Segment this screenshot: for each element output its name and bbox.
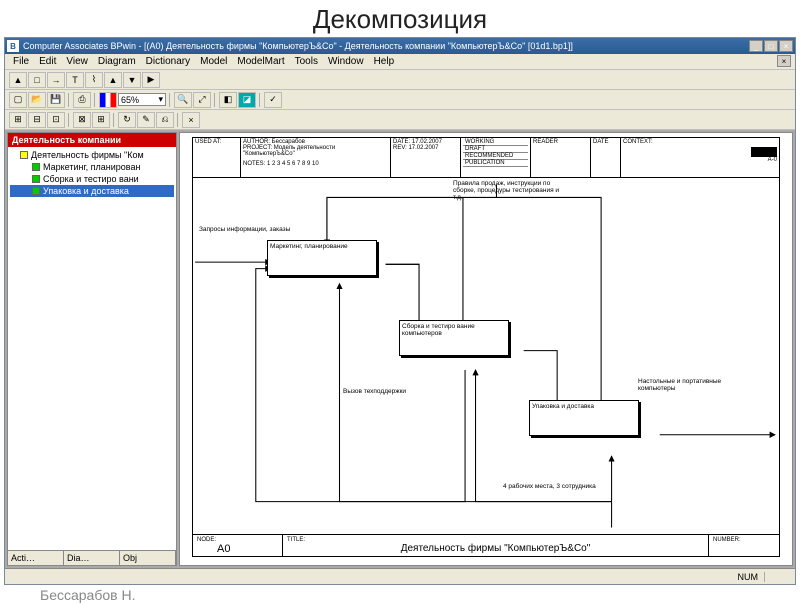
menu-tools[interactable]: Tools: [291, 55, 322, 68]
model-explorer-icon[interactable]: ◧: [219, 92, 237, 108]
slide-title: Декомпозиция: [0, 0, 800, 37]
arrow-label-right: Настольные и портативные компьютеры: [638, 378, 748, 392]
zoom-in-icon[interactable]: 🔍: [174, 92, 192, 108]
menu-model[interactable]: Model: [196, 55, 231, 68]
toolbar-1: ▲ □ → T ⌇ ▲ ▼ ▶: [5, 70, 795, 90]
arrow-label-mech: 4 рабочих места, 3 сотрудника: [503, 483, 596, 490]
idef0-frame: USED AT: AUTHOR: Бессарабов PROJECT: Мод…: [192, 137, 780, 557]
arrow-label-support: Вызов техподдержки: [343, 388, 406, 395]
new-icon[interactable]: ▢: [9, 92, 27, 108]
text-tool-icon[interactable]: T: [66, 72, 84, 88]
status-num: NUM: [732, 572, 766, 582]
frame-footer: NODE: A0 TITLE: Деятельность фирмы "Комп…: [193, 534, 779, 556]
menu-diagram[interactable]: Diagram: [94, 55, 140, 68]
tab-activities[interactable]: Acti…: [8, 551, 64, 565]
titlebar: B Computer Associates BPwin - [(A0) Деят…: [5, 38, 795, 54]
node-cell: NODE: A0: [193, 535, 283, 556]
pointer-tool-icon[interactable]: ▲: [9, 72, 27, 88]
toolbar-2: ▢ 📂 💾 ⎙ 65%▾ 🔍 ⤢ ◧ ◪ ✓: [5, 90, 795, 110]
reports-icon[interactable]: [99, 92, 117, 108]
mm-connect-icon[interactable]: ⊞: [9, 112, 27, 128]
drawing-area[interactable]: Правила продаж, инструкции по сборке, пр…: [193, 178, 779, 534]
go-sibling-icon[interactable]: ▶: [142, 72, 160, 88]
spell-icon[interactable]: ✓: [264, 92, 282, 108]
reader-cell: READER: [531, 138, 591, 177]
save-icon[interactable]: 💾: [47, 92, 65, 108]
menu-dictionary[interactable]: Dictionary: [142, 55, 194, 68]
title-cell: TITLE: Деятельность фирмы "КомпьютерЪ&Co…: [283, 535, 709, 556]
activity-icon: [32, 163, 40, 171]
mm-close-icon[interactable]: ×: [182, 112, 200, 128]
activity-icon: [32, 187, 40, 195]
activity-tree[interactable]: Деятельность фирмы "Ком Маркетинг, плани…: [8, 147, 176, 550]
window-title: Computer Associates BPwin - [(A0) Деятел…: [23, 41, 749, 51]
slide-caption: Бессарабов Н.: [0, 585, 800, 605]
activity-box-3[interactable]: Упаковка и доставка: [529, 400, 639, 436]
menu-help[interactable]: Help: [370, 55, 399, 68]
activity-box-1[interactable]: Маркетинг, планирование: [267, 240, 377, 276]
author-cell: AUTHOR: Бессарабов PROJECT: Модель деяте…: [241, 138, 391, 177]
diagram-icon: [20, 151, 28, 159]
arrow-label-left: Запросы информации, заказы: [199, 226, 290, 233]
menu-modelmart[interactable]: ModelMart: [233, 55, 288, 68]
maximize-button[interactable]: □: [764, 40, 778, 52]
mdi-close-button[interactable]: ×: [777, 55, 791, 67]
mm-review-icon[interactable]: ✎: [137, 112, 155, 128]
zoom-combo[interactable]: 65%▾: [118, 93, 166, 106]
menu-edit[interactable]: Edit: [35, 55, 60, 68]
tree-root[interactable]: Деятельность фирмы "Ком: [10, 149, 174, 161]
menubar: File Edit View Diagram Dictionary Model …: [5, 54, 795, 70]
status-cell: WORKINGDRAFTRECOMMENDEDPUBLICATION: [461, 138, 531, 177]
date-cell: DATE: 17.02.2007 REV: 17.02.2007: [391, 138, 461, 177]
explorer-title: Деятельность компании: [8, 133, 176, 147]
open-icon[interactable]: 📂: [28, 92, 46, 108]
mm-open-icon[interactable]: ⊟: [28, 112, 46, 128]
close-button[interactable]: ×: [779, 40, 793, 52]
tab-objects[interactable]: Obj: [120, 551, 176, 565]
used-at-cell: USED AT:: [193, 138, 241, 177]
minimize-button[interactable]: _: [749, 40, 763, 52]
model-explorer: Деятельность компании Деятельность фирмы…: [7, 132, 177, 566]
mm-save-icon[interactable]: ⊡: [47, 112, 65, 128]
menu-window[interactable]: Window: [324, 55, 368, 68]
go-child-icon[interactable]: ▼: [123, 72, 141, 88]
mm-lock-icon[interactable]: ⊠: [73, 112, 91, 128]
tab-diagrams[interactable]: Dia…: [64, 551, 120, 565]
number-cell: NUMBER:: [709, 535, 779, 556]
statusbar: NUM: [5, 568, 795, 584]
context-cell: CONTEXT: A-0: [621, 138, 779, 177]
toolbar-3: ⊞ ⊟ ⊡ ⊠ ⊞ ↻ ✎ ⎌ ×: [5, 110, 795, 130]
diagram-canvas[interactable]: USED AT: AUTHOR: Бессарабов PROJECT: Мод…: [179, 132, 793, 566]
menu-view[interactable]: View: [62, 55, 92, 68]
zoom-fit-icon[interactable]: ⤢: [193, 92, 211, 108]
date2-cell: DATE: [591, 138, 621, 177]
activity-box-2[interactable]: Сборка и тестиро вание компьютеров: [399, 320, 509, 356]
activity-tool-icon[interactable]: □: [28, 72, 46, 88]
arrow-label-top: Правила продаж, инструкции по сборке, пр…: [453, 180, 563, 201]
squiggle-tool-icon[interactable]: ⌇: [85, 72, 103, 88]
activity-icon: [32, 175, 40, 183]
app-icon: B: [7, 40, 19, 52]
tree-item-selected[interactable]: Упаковка и доставка: [10, 185, 174, 197]
frame-header: USED AT: AUTHOR: Бессарабов PROJECT: Мод…: [193, 138, 779, 178]
menu-file[interactable]: File: [9, 55, 33, 68]
print-icon[interactable]: ⎙: [73, 92, 91, 108]
arrow-tool-icon[interactable]: →: [47, 72, 65, 88]
mm-refresh-icon[interactable]: ↻: [118, 112, 136, 128]
properties-icon[interactable]: ◪: [238, 92, 256, 108]
tree-item[interactable]: Маркетинг, планирован: [10, 161, 174, 173]
tree-item[interactable]: Сборка и тестиро вани: [10, 173, 174, 185]
mm-merge-icon[interactable]: ⊞: [92, 112, 110, 128]
mm-version-icon[interactable]: ⎌: [156, 112, 174, 128]
explorer-tabs: Acti… Dia… Obj: [8, 550, 176, 565]
go-parent-icon[interactable]: ▲: [104, 72, 122, 88]
app-window: B Computer Associates BPwin - [(A0) Деят…: [4, 37, 796, 585]
